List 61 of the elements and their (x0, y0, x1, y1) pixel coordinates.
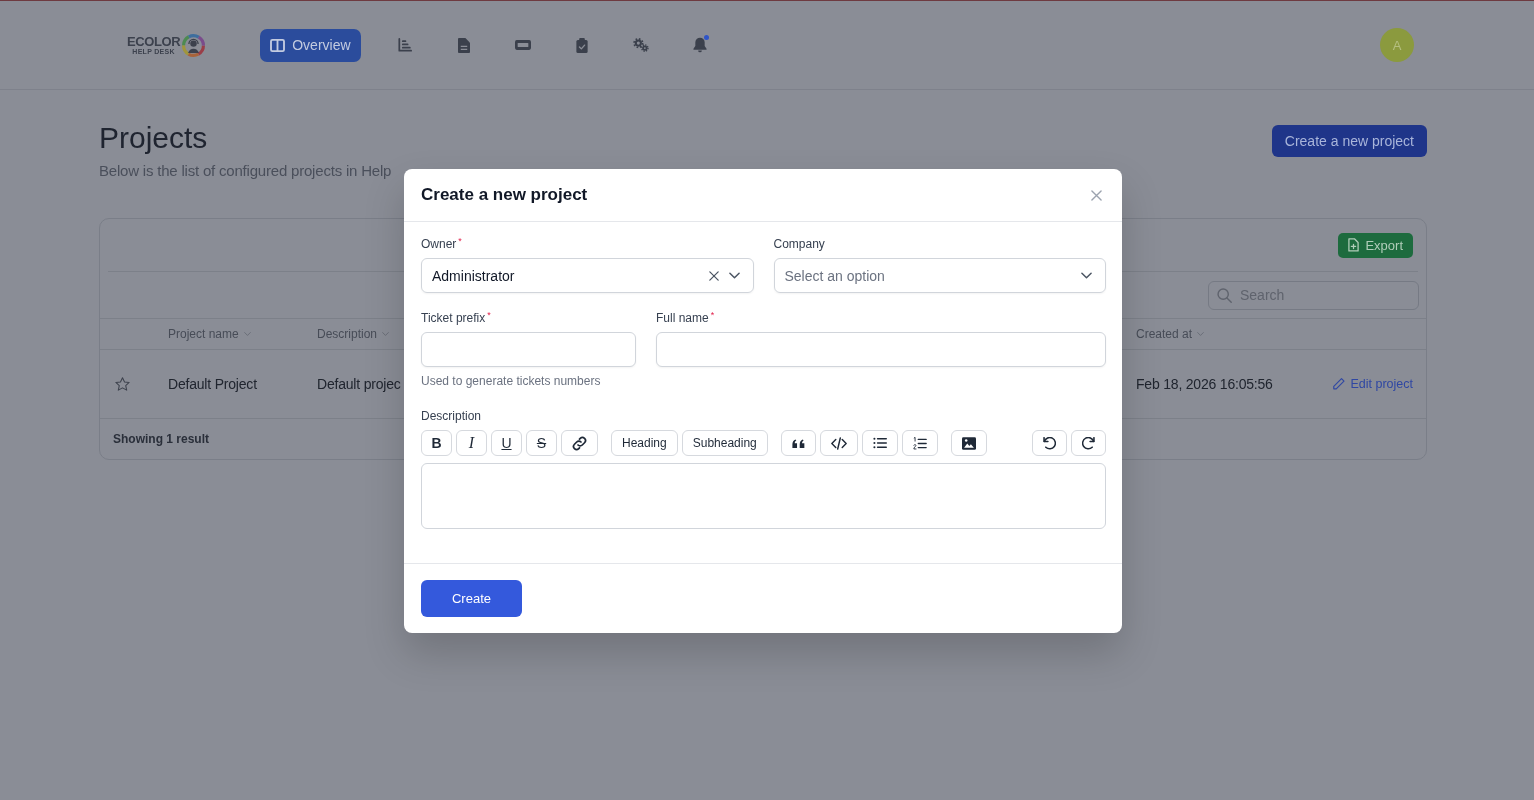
field-label: Owner$^{*}$ (421, 236, 462, 252)
page-title: Projects (99, 120, 208, 156)
field-label: Full name$^{*}$ (656, 310, 715, 326)
create-project-button[interactable]: Create a new project (1271, 125, 1427, 157)
undo-icon (1043, 436, 1056, 450)
bell-icon[interactable] (692, 37, 707, 53)
subheading-button[interactable]: Subheading (681, 430, 768, 456)
chevron-down-icon (1081, 272, 1092, 279)
pencil-icon (1333, 378, 1346, 390)
select-field[interactable]: Select an option (773, 258, 1106, 293)
chevron-down-icon (728, 272, 740, 279)
table-cell: Default Project (168, 376, 257, 392)
field-hint: Used to generate tickets numbers (421, 374, 601, 388)
select-field[interactable]: Administrator (421, 258, 754, 293)
table-cell: Default projec (317, 376, 401, 392)
clear-icon[interactable] (708, 270, 719, 281)
document-icon[interactable] (457, 37, 470, 53)
file-plus-icon (1348, 238, 1360, 252)
gears-icon[interactable] (632, 38, 649, 52)
strikethrough-button[interactable]: S (526, 430, 557, 456)
numbered-list-icon (912, 436, 927, 450)
image-button[interactable] (950, 430, 987, 456)
modal-title: Create a new project (421, 185, 588, 205)
bar-chart-icon[interactable] (397, 38, 412, 52)
quote-button[interactable] (780, 430, 816, 456)
logo-wordmark: ECOLOR (127, 34, 181, 48)
columns-icon (270, 38, 286, 52)
nav-tab[interactable]: Overview (260, 28, 361, 62)
logo-icon (182, 33, 206, 57)
link-button[interactable] (561, 430, 598, 456)
clipboard-check-icon[interactable] (575, 37, 588, 53)
redo-button[interactable] (1071, 430, 1106, 456)
field-label: Company (773, 236, 825, 252)
underline-button[interactable]: U (491, 430, 522, 456)
close-icon[interactable] (1091, 189, 1102, 201)
table-cell: Feb 18, 2026 16:05:56 (1136, 376, 1273, 392)
bullet-list-icon (872, 437, 887, 449)
ticket-icon[interactable] (514, 40, 531, 50)
input-field[interactable] (656, 332, 1106, 367)
numbered-list-button[interactable] (901, 430, 938, 456)
bold-button[interactable]: B (421, 430, 452, 456)
input-field[interactable] (421, 332, 636, 367)
field-label: Description (421, 408, 482, 424)
export-button[interactable]: Export (1338, 232, 1413, 258)
field-label: Ticket prefix$^{*}$ (421, 310, 491, 326)
code-button[interactable] (819, 430, 858, 456)
page-subtitle: Below is the list of configured projects in Help (99, 161, 392, 181)
bullet-list-button[interactable] (861, 430, 898, 456)
code-icon (830, 436, 847, 450)
italic-button[interactable]: I (456, 430, 487, 456)
editor-field[interactable] (421, 463, 1106, 529)
undo-button[interactable] (1032, 430, 1067, 456)
star-icon[interactable] (115, 377, 130, 391)
quote-icon (791, 438, 805, 448)
redo-icon (1082, 436, 1095, 450)
search-icon (1217, 287, 1232, 303)
create-button[interactable]: Create (421, 580, 522, 617)
image-icon (961, 436, 976, 450)
link-icon (572, 435, 587, 451)
result-count: Showing 1 result (113, 432, 209, 446)
heading-button[interactable]: Heading (611, 430, 678, 456)
